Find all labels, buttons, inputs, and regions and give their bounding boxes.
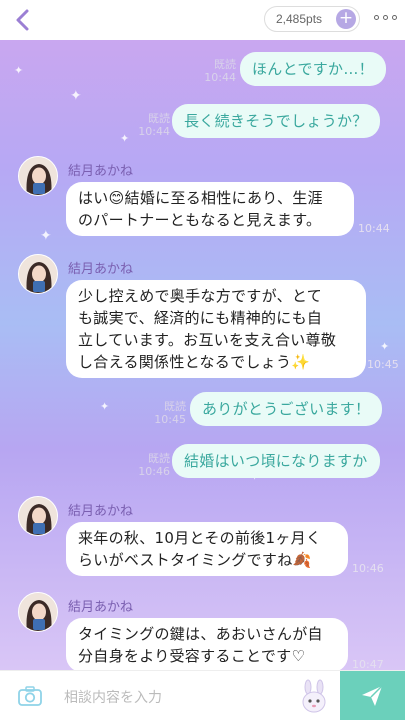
message-meta: 既読 10:45 xyxy=(146,400,186,426)
sparkle-icon: ✦ xyxy=(100,400,110,413)
outgoing-message: ありがとうございます！ xyxy=(190,392,383,426)
camera-icon[interactable] xyxy=(18,685,42,707)
avatar[interactable] xyxy=(18,156,58,196)
outgoing-message: 長く続きそうでしょうか？ xyxy=(172,104,380,138)
sender-name: 結月あかね xyxy=(68,504,134,519)
avatar[interactable] xyxy=(18,254,58,294)
sender-name: 結月あかね xyxy=(68,600,134,615)
sender-name: 結月あかね xyxy=(68,262,134,277)
incoming-message: 来年の秋、10月とその前後1ヶ月く らいがベストタイミングですね🍂 xyxy=(66,522,348,576)
sparkle-icon: ✦ xyxy=(70,88,82,104)
read-status: 既読 xyxy=(214,58,236,71)
chat-area[interactable]: ✦ ✦ ✦ ✦ ✦ ✦ ✦ 既読 10:44 ほんとですか…！ 既読 10:44… xyxy=(0,40,405,670)
more-dots-icon[interactable] xyxy=(374,12,400,24)
message-time: 10:45 xyxy=(154,413,186,426)
outgoing-message: ほんとですか…！ xyxy=(240,52,386,86)
points-label: 2,485pts xyxy=(276,12,323,26)
send-icon xyxy=(362,685,383,706)
outgoing-message: 結婚はいつ頃になりますか xyxy=(172,444,380,478)
header-bar: 2,485pts + xyxy=(0,0,405,40)
message-time: 10:44 xyxy=(138,125,170,138)
avatar[interactable] xyxy=(18,592,58,632)
sparkle-icon: ✦ xyxy=(380,340,390,353)
message-time: 10:46 xyxy=(352,562,384,575)
read-status: 既読 xyxy=(164,400,186,413)
sparkle-icon: ✦ xyxy=(14,64,24,77)
plus-icon[interactable]: + xyxy=(336,9,356,29)
message-time: 10:46 xyxy=(138,465,170,478)
incoming-message: 少し控えめで奥手な方ですが、とて も誠実で、経済的にも精神的にも自 立しています… xyxy=(66,280,366,378)
message-time: 10:47 xyxy=(352,658,384,670)
message-time: 10:44 xyxy=(358,222,390,235)
mascot-icon[interactable] xyxy=(296,679,332,715)
back-chevron-icon[interactable] xyxy=(12,6,36,34)
sparkle-icon: ✦ xyxy=(120,132,130,145)
message-meta: 既読 10:46 xyxy=(130,452,170,478)
incoming-message: タイミングの鍵は、あおいさんが自 分自身をより受容することです♡ xyxy=(66,618,348,670)
read-status: 既読 xyxy=(148,452,170,465)
message-time: 10:44 xyxy=(204,71,236,84)
message-input[interactable]: 相談内容を入力 xyxy=(64,687,162,707)
sparkle-icon: ✦ xyxy=(40,228,52,244)
message-time: 10:45 xyxy=(367,358,399,371)
sender-name: 結月あかね xyxy=(68,164,134,179)
avatar[interactable] xyxy=(18,496,58,536)
points-badge[interactable]: 2,485pts + xyxy=(264,6,360,32)
input-bar: 相談内容を入力 xyxy=(0,670,405,720)
message-meta: 既読 10:44 xyxy=(196,58,236,84)
message-meta: 既読 10:44 xyxy=(130,112,170,138)
read-status: 既読 xyxy=(148,112,170,125)
incoming-message: はい😊結婚に至る相性にあり、生涯 のパートナーともなると見えます。 xyxy=(66,182,354,236)
send-button[interactable] xyxy=(340,671,405,720)
